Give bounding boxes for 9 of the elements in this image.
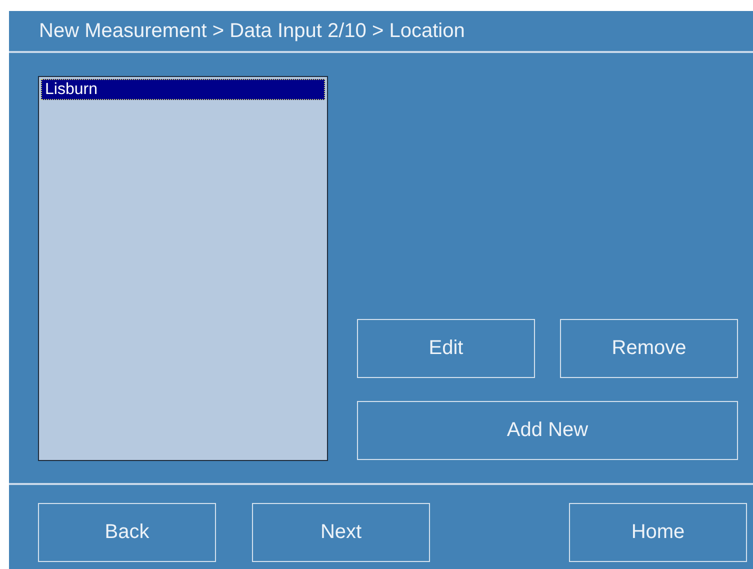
action-button[interactable]: Edit (357, 319, 535, 378)
breadcrumb: New Measurement > Data Input 2/10 > Location (9, 11, 753, 53)
nav-button[interactable]: Next (252, 503, 430, 562)
list-item[interactable]: Lisburn (41, 79, 325, 100)
action-button[interactable]: Add New (357, 401, 738, 460)
nav-button[interactable]: Home (569, 503, 747, 562)
action-button[interactable]: Remove (560, 319, 738, 378)
location-list[interactable]: Lisburn (38, 76, 328, 461)
nav-button[interactable]: Back (38, 503, 216, 562)
